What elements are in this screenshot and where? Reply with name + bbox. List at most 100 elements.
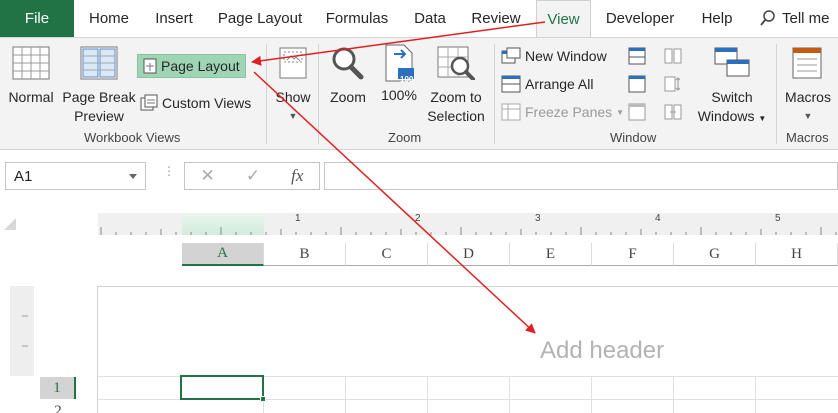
new-window-label: New Window <box>525 48 607 64</box>
formula-bar-grip-icon[interactable]: ⋮ <box>163 165 175 177</box>
show-icon <box>279 47 307 79</box>
switch-windows-label-line2: Windows ▼ <box>698 107 767 128</box>
ruler-number: 1 <box>295 213 301 224</box>
chevron-down-icon: ▼ <box>803 111 813 121</box>
column-header-f[interactable]: F <box>592 243 674 266</box>
group-separator <box>318 44 319 144</box>
name-box[interactable]: A1 <box>5 162 146 190</box>
workbook-views-group-label: Workbook Views <box>84 130 181 145</box>
macros-label: Macros <box>785 89 831 105</box>
row-header-2[interactable]: 2 <box>40 400 76 413</box>
vertical-ruler <box>10 286 34 376</box>
page-border <box>97 286 98 413</box>
arrange-all-button[interactable]: Arrange All <box>501 73 593 95</box>
tab-home[interactable]: Home <box>86 0 132 37</box>
page-break-preview-button[interactable]: Page Break Preview <box>61 46 137 126</box>
ruler-number: 5 <box>775 213 781 224</box>
zoom-100-button[interactable]: 100 100% <box>378 44 420 105</box>
grid-line <box>345 376 346 413</box>
formula-input[interactable] <box>324 162 838 190</box>
chevron-down-icon[interactable] <box>129 174 137 179</box>
formula-bar: A1 ⋮ ✕ ✓ fx <box>0 160 838 192</box>
tab-page-layout[interactable]: Page Layout <box>214 0 306 37</box>
split-icon[interactable] <box>628 47 646 65</box>
show-button[interactable]: Show ▼ <box>272 46 314 126</box>
switch-windows-button[interactable]: Switch Windows ▼ <box>694 46 770 128</box>
row-header-1[interactable]: 1 <box>40 377 76 399</box>
tab-formulas[interactable]: Formulas <box>322 0 392 37</box>
page-layout-label: Page Layout <box>161 58 240 74</box>
tab-data[interactable]: Data <box>408 0 452 37</box>
new-window-button[interactable]: New Window <box>501 45 607 67</box>
freeze-panes-icon <box>501 103 521 121</box>
chevron-down-icon: ▼ <box>758 114 767 123</box>
page-layout-icon <box>143 58 157 74</box>
column-header-c[interactable]: C <box>346 243 428 266</box>
page-break-label-line1: Page Break <box>62 89 136 105</box>
tab-view[interactable]: View <box>536 0 591 37</box>
tab-file[interactable]: File <box>0 0 74 37</box>
lightbulb-search-icon <box>760 9 775 26</box>
chevron-down-icon: ▼ <box>616 107 625 117</box>
macros-group-label: Macros <box>786 130 829 145</box>
column-header-b[interactable]: B <box>264 243 346 266</box>
horizontal-ruler: 1 2 3 4 5 <box>98 213 838 235</box>
fill-handle[interactable] <box>260 396 266 402</box>
ruler-number: 3 <box>535 213 541 224</box>
zoom-label: Zoom <box>330 89 366 105</box>
column-header-d[interactable]: D <box>428 243 510 266</box>
switch-windows-label-line1: Switch <box>711 89 753 105</box>
formula-buttons: ✕ ✓ fx <box>184 162 320 190</box>
zoom-to-label-line2: Selection <box>427 108 485 124</box>
reset-window-position-icon[interactable] <box>664 103 682 121</box>
unhide-icon[interactable] <box>628 103 646 121</box>
hide-icon[interactable] <box>628 75 646 93</box>
macros-button[interactable]: Macros ▼ <box>780 46 836 126</box>
zoom-to-selection-button[interactable]: Zoom to Selection <box>422 46 490 126</box>
group-separator <box>776 44 777 144</box>
zoom-100-icon-text: 100 <box>400 75 414 84</box>
column-header-h[interactable]: H <box>756 243 838 266</box>
tell-me-search[interactable]: Tell me <box>760 0 830 37</box>
switch-windows-label-text: Windows <box>697 108 755 124</box>
selected-cell-a1[interactable] <box>180 375 266 402</box>
enter-icon[interactable]: ✓ <box>246 166 260 186</box>
tab-developer[interactable]: Developer <box>600 0 680 37</box>
select-all-corner[interactable] <box>4 218 16 230</box>
ruler-number: 4 <box>655 213 661 224</box>
ribbon-view: Normal Page Break Preview Page Layout Cu… <box>0 37 838 150</box>
view-side-by-side-icon[interactable] <box>664 47 682 65</box>
ruler-ticks <box>100 227 837 235</box>
page-border <box>97 286 838 287</box>
add-header-placeholder[interactable]: Add header <box>540 337 664 365</box>
grid-line <box>509 376 510 413</box>
column-header-a[interactable]: A <box>182 243 264 266</box>
page-break-label-line2: Preview <box>74 108 124 124</box>
synchronous-scrolling-icon[interactable] <box>664 75 682 93</box>
insert-function-icon[interactable]: fx <box>291 166 303 186</box>
page-break-icon <box>80 46 118 80</box>
tell-me-label: Tell me <box>782 10 830 27</box>
tab-review[interactable]: Review <box>468 0 524 37</box>
freeze-panes-button[interactable]: Freeze Panes ▼ <box>501 101 624 123</box>
zoom-button[interactable]: Zoom <box>326 46 370 107</box>
custom-views-label: Custom Views <box>162 95 252 111</box>
grid-line <box>427 376 428 413</box>
group-separator <box>266 44 267 144</box>
normal-label: Normal <box>8 89 54 105</box>
column-header-g[interactable]: G <box>674 243 756 266</box>
window-group-label: Window <box>610 130 657 145</box>
tab-insert[interactable]: Insert <box>150 0 198 37</box>
zoom-group-label: Zoom <box>388 130 422 145</box>
page-layout-view-button[interactable]: Page Layout <box>137 54 246 78</box>
normal-grid-icon <box>12 46 50 80</box>
normal-view-button[interactable]: Normal <box>6 46 56 107</box>
custom-views-button[interactable]: Custom Views <box>140 92 251 114</box>
cancel-icon[interactable]: ✕ <box>201 166 215 186</box>
switch-windows-icon <box>714 47 750 77</box>
magnifier-icon <box>332 47 364 80</box>
arrange-all-label: Arrange All <box>525 76 594 92</box>
arrange-all-icon <box>501 75 521 93</box>
tab-help[interactable]: Help <box>694 0 740 37</box>
column-header-e[interactable]: E <box>510 243 592 266</box>
